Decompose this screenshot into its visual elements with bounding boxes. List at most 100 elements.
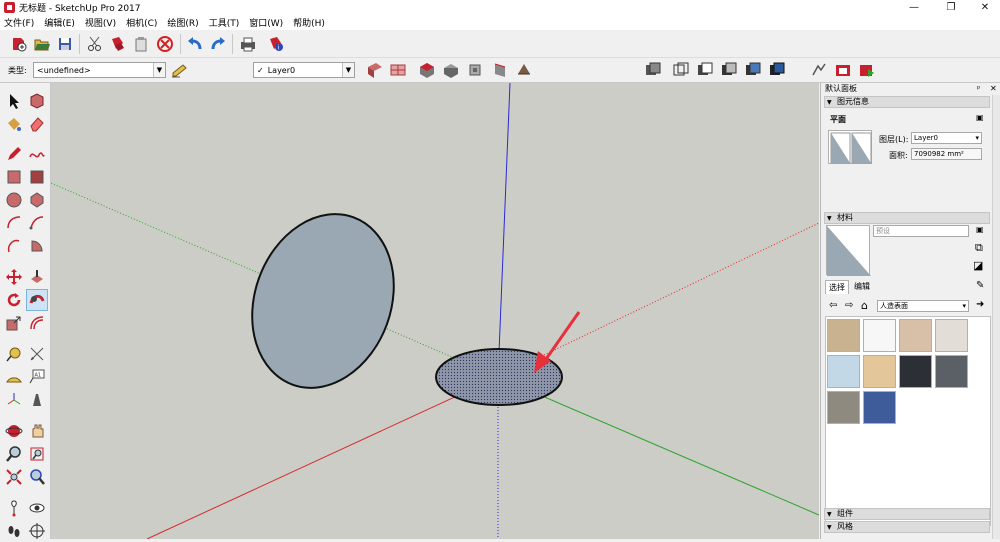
material-swatch[interactable] (899, 319, 932, 352)
menu-tools[interactable]: 工具(T) (209, 16, 240, 29)
sample-paint-icon[interactable]: ⧉ (975, 241, 983, 255)
display-section-icon[interactable] (388, 60, 408, 80)
print-icon[interactable] (238, 34, 258, 54)
sandbox-icon[interactable] (809, 60, 829, 80)
menu-window[interactable]: 窗口(W) (249, 16, 283, 29)
menu-file[interactable]: 文件(F) (4, 16, 34, 29)
erase-delete-icon[interactable] (155, 34, 175, 54)
view-iso-icon[interactable] (417, 60, 437, 80)
move-icon[interactable] (3, 266, 25, 288)
paste-icon[interactable] (131, 34, 151, 54)
material-swatch[interactable] (935, 355, 968, 388)
model-info-icon[interactable]: i (266, 34, 286, 54)
styles-header[interactable]: 风格 (824, 521, 990, 533)
materials-header[interactable]: 材料 (824, 212, 990, 224)
material-swatch[interactable] (827, 391, 860, 424)
two-point-arc-icon[interactable] (26, 212, 48, 234)
zoom-icon[interactable] (3, 443, 25, 465)
maximize-button[interactable]: ❐ (934, 0, 968, 15)
pie-icon[interactable] (26, 235, 48, 257)
monochrome-style-icon[interactable] (767, 60, 787, 80)
paint-bucket-icon[interactable] (3, 113, 25, 135)
material-swatch[interactable] (863, 319, 896, 352)
chevron-down-icon[interactable]: ▼ (342, 63, 354, 77)
wireframe-style-icon[interactable] (671, 60, 691, 80)
components-header[interactable]: 组件 (824, 508, 990, 520)
material-swatch[interactable] (899, 355, 932, 388)
home-icon[interactable]: ⌂ (861, 299, 868, 312)
view-top-icon[interactable] (441, 60, 461, 80)
tray-close-icon[interactable]: ✕ (990, 84, 997, 93)
polygon-icon[interactable] (26, 189, 48, 211)
scale-icon[interactable] (3, 312, 25, 334)
select-arrow-icon[interactable] (3, 90, 25, 112)
three-point-arc-icon[interactable] (3, 235, 25, 257)
eyedropper-icon[interactable]: ✎ (976, 280, 984, 291)
dimension-icon[interactable] (26, 343, 48, 365)
warehouse-icon[interactable] (833, 60, 853, 80)
axes-icon[interactable] (3, 389, 25, 411)
make-component-icon[interactable] (26, 90, 48, 112)
menu-view[interactable]: 视图(V) (85, 16, 116, 29)
rotate-icon[interactable] (3, 289, 25, 311)
text-icon[interactable]: A1 (26, 366, 48, 388)
zoom-extents-icon[interactable] (3, 466, 25, 488)
view-right-icon[interactable] (490, 60, 510, 80)
follow-me-icon[interactable] (26, 289, 48, 311)
eraser-icon[interactable] (26, 113, 48, 135)
look-around-eye-icon[interactable] (26, 497, 48, 519)
protractor-icon[interactable] (3, 366, 25, 388)
circular-face[interactable] (229, 194, 418, 408)
rotated-rectangle-icon[interactable] (26, 166, 48, 188)
chevron-down-icon[interactable]: ▾ (962, 301, 966, 311)
tab-edit[interactable]: 编辑 (851, 281, 879, 294)
tape-measure-icon[interactable] (3, 343, 25, 365)
default-material-icon[interactable]: ◪ (973, 259, 983, 272)
copy-icon[interactable] (108, 34, 128, 54)
back-arrow-icon[interactable]: ⇦ (829, 300, 837, 311)
push-pull-icon[interactable] (26, 266, 48, 288)
material-swatch[interactable] (827, 355, 860, 388)
circle-icon[interactable] (3, 189, 25, 211)
entity-info-header[interactable]: 图元信息 (824, 96, 990, 108)
layer-edit-icon[interactable] (169, 60, 189, 80)
line-pencil-icon[interactable] (3, 143, 25, 165)
shaded-texture-style-icon[interactable] (743, 60, 763, 80)
menu-camera[interactable]: 相机(C) (126, 16, 157, 29)
shaded-style-icon[interactable] (719, 60, 739, 80)
pan-hand-icon[interactable] (26, 420, 48, 442)
chevron-down-icon[interactable]: ▾ (975, 133, 979, 143)
tray-scrollbar[interactable] (992, 95, 1000, 539)
details-arrow-icon[interactable]: ➜ (976, 299, 984, 310)
hidden-line-style-icon[interactable] (695, 60, 715, 80)
view-front-icon[interactable] (465, 60, 485, 80)
extension-warehouse-icon[interactable] (857, 60, 877, 80)
new-file-icon[interactable] (9, 34, 29, 54)
offset-icon[interactable] (26, 312, 48, 334)
undo-icon[interactable] (185, 34, 205, 54)
save-icon[interactable] (55, 34, 75, 54)
model-canvas[interactable] (51, 83, 819, 539)
position-camera-icon[interactable] (3, 497, 25, 519)
menu-edit[interactable]: 编辑(E) (44, 16, 75, 29)
material-swatch[interactable] (827, 319, 860, 352)
cut-icon[interactable] (85, 34, 105, 54)
menu-help[interactable]: 帮助(H) (293, 16, 325, 29)
material-collection-select[interactable]: 人造表面 ▾ (877, 300, 969, 312)
menu-draw[interactable]: 绘图(R) (167, 16, 198, 29)
zoom-window-icon[interactable] (26, 443, 48, 465)
face-material-preview[interactable] (828, 130, 872, 164)
section-plane-icon[interactable] (365, 60, 385, 80)
freehand-icon[interactable] (26, 143, 48, 165)
create-material-icon[interactable]: ▣ (976, 225, 984, 234)
type-select[interactable]: <undefined> ▼ (33, 62, 166, 78)
drawing-viewport[interactable] (51, 83, 819, 539)
view-back-icon[interactable] (514, 60, 534, 80)
layer-select[interactable]: ✓ Layer0 ▼ (253, 62, 355, 78)
redo-icon[interactable] (208, 34, 228, 54)
arc-icon[interactable] (3, 212, 25, 234)
material-swatch[interactable] (863, 391, 896, 424)
xray-style-icon[interactable] (643, 60, 663, 80)
3d-text-icon[interactable] (26, 389, 48, 411)
entity-details-icon[interactable]: ▣ (976, 113, 984, 122)
